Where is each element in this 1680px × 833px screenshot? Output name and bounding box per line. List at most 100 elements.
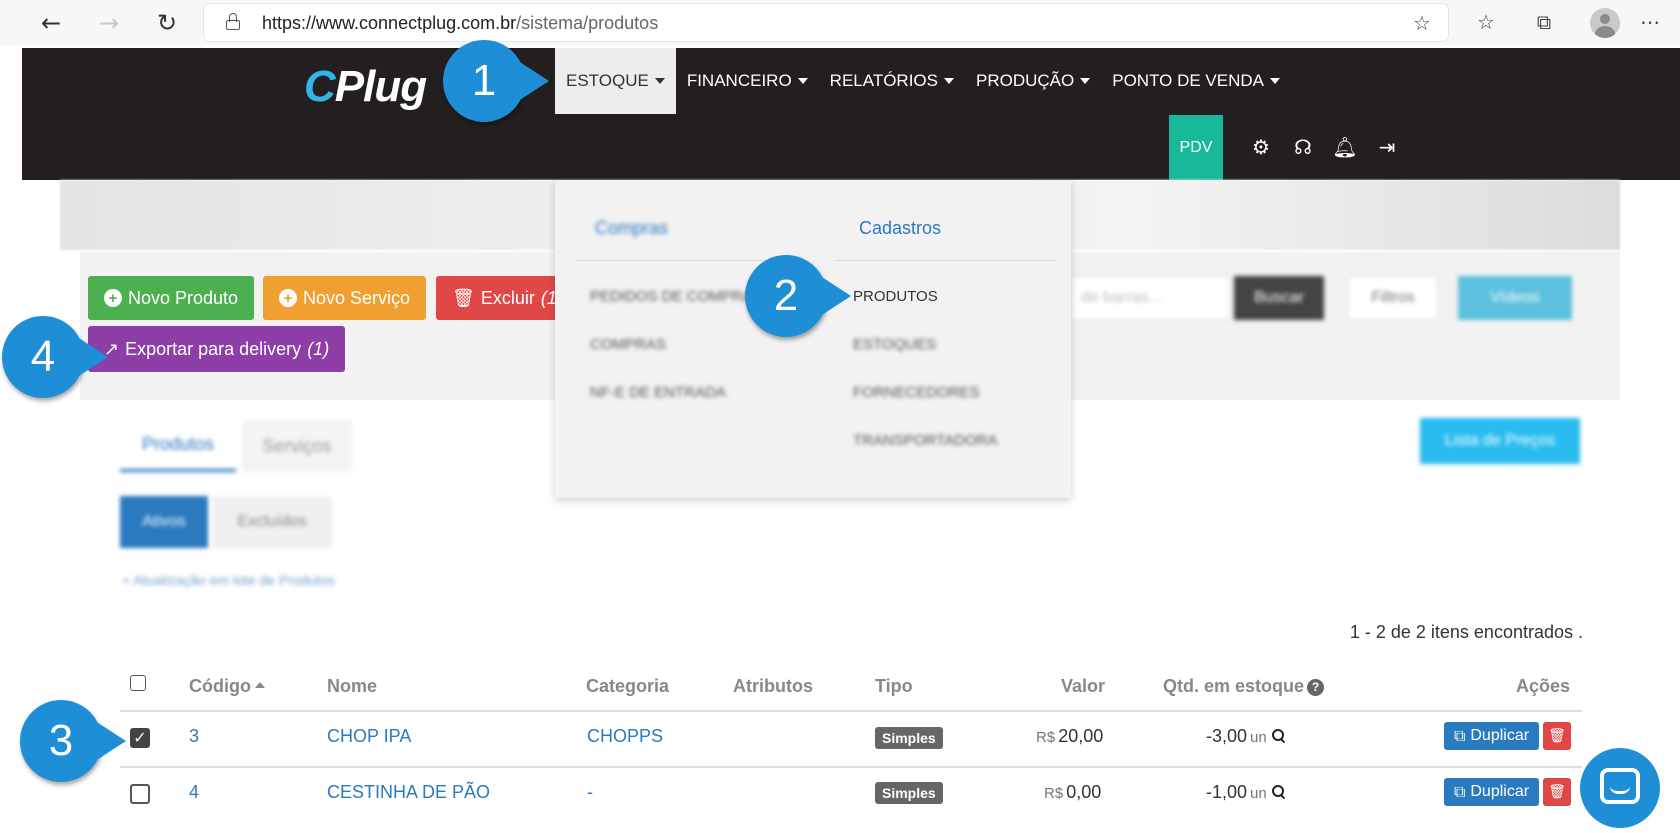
callout-1: 1 <box>443 40 549 122</box>
row-categoria[interactable]: CHOPPS <box>587 726 663 747</box>
search-input[interactable]: de barras... <box>1070 276 1230 320</box>
row-qtd: -1,00 un <box>1206 782 1286 803</box>
sort-asc-icon <box>254 682 265 688</box>
duplicar-button[interactable]: ⧉ Duplicar <box>1444 722 1539 750</box>
row-qtd: -3,00 un <box>1206 726 1286 747</box>
menu-estoque[interactable]: ESTOQUE <box>555 48 676 114</box>
select-all-checkbox[interactable] <box>130 675 146 691</box>
col-nome[interactable]: Nome <box>327 676 377 697</box>
favorite-add-icon[interactable]: ☆ <box>1408 9 1436 37</box>
caret-down-icon <box>654 78 665 84</box>
col-codigo[interactable]: Código <box>189 676 265 697</box>
profile-icon[interactable] <box>1590 8 1620 38</box>
lock-icon <box>226 13 240 31</box>
callout-2: 2 <box>745 255 851 337</box>
dropdown-item-pedidos-compra[interactable]: PEDIDOS DE COMPRA <box>590 288 753 305</box>
caret-down-icon <box>1270 78 1281 84</box>
gear-icon[interactable]: ⚙ <box>1248 134 1274 160</box>
tipo-badge: Simples <box>875 727 943 749</box>
row-nome[interactable]: CESTINHA DE PÃO <box>327 782 490 803</box>
plus-icon: + <box>104 289 122 307</box>
refresh-icon[interactable]: ↻ <box>150 6 184 40</box>
trash-icon: 🗑︎ <box>452 287 475 309</box>
search-icon[interactable] <box>1271 729 1286 743</box>
row-codigo[interactable]: 4 <box>189 782 199 803</box>
row-nome[interactable]: CHOP IPA <box>327 726 411 747</box>
col-qtd-estoque[interactable]: Qtd. em estoque? <box>1163 676 1325 697</box>
dropdown-item-fornecedores[interactable]: FORNECEDORES <box>853 384 980 401</box>
caret-down-icon <box>1080 78 1091 84</box>
dropdown-item-nfe-entrada[interactable]: NF-E DE ENTRADA <box>590 384 726 401</box>
address-bar[interactable]: https://www.connectplug.com.br/sistema/p… <box>204 4 1448 41</box>
row-categoria[interactable]: - <box>587 782 593 803</box>
collections-icon[interactable]: ⧉ <box>1530 8 1558 36</box>
tab-produtos[interactable]: Produtos <box>120 420 236 472</box>
headset-icon[interactable]: ☊ <box>1290 134 1316 160</box>
results-count: 1 - 2 de 2 itens encontrados . <box>1349 622 1583 642</box>
delete-row-button[interactable]: 🗑︎ <box>1543 722 1571 750</box>
copy-icon: ⧉ <box>1453 726 1466 745</box>
callout-4: 4 <box>2 316 108 398</box>
dropdown-cadastros-title: Cadastros <box>859 218 942 238</box>
row-valor: R$ 0,00 <box>1044 782 1102 802</box>
pdv-button[interactable]: PDV <box>1169 115 1223 180</box>
menu-financeiro[interactable]: FINANCEIRO <box>676 48 819 114</box>
tab-servicos[interactable]: Serviços <box>242 420 352 472</box>
filter-excluidos[interactable]: Excluídos <box>212 496 332 548</box>
lista-precos-button[interactable]: Lista de Preços <box>1420 418 1580 464</box>
dropdown-item-compras[interactable]: COMPRAS <box>590 336 666 353</box>
dropdown-compras-title: Compras <box>595 218 669 238</box>
logout-icon[interactable]: ⇥ <box>1374 134 1400 160</box>
dropdown-divider <box>835 260 1055 261</box>
filter-ativos[interactable]: Ativos <box>120 496 208 548</box>
atualizacao-lote-link[interactable]: + Atualização em lote de Produtos <box>122 572 335 588</box>
logo[interactable]: CPlug <box>304 62 427 112</box>
trash-icon: 🗑︎ <box>1548 784 1566 800</box>
favorites-icon[interactable]: ☆ <box>1472 8 1500 36</box>
row-valor: R$ 20,00 <box>1036 726 1104 746</box>
caret-down-icon <box>944 78 954 84</box>
col-valor[interactable]: Valor <box>1061 676 1105 697</box>
estoque-dropdown: Compras Cadastros PEDIDOS DE COMPRA COMP… <box>555 180 1071 498</box>
browser-toolbar: ← → ↻ https://www.connectplug.com.br/sis… <box>0 0 1680 45</box>
help-icon[interactable]: ? <box>1307 678 1325 696</box>
buscar-button[interactable]: Buscar <box>1234 276 1324 320</box>
row-codigo[interactable]: 3 <box>189 726 199 747</box>
menu-ponto-de-venda[interactable]: PONTO DE VENDA <box>1101 48 1291 114</box>
trash-icon: 🗑︎ <box>1548 728 1566 744</box>
delete-row-button[interactable]: 🗑︎ <box>1543 778 1571 806</box>
chat-widget-icon[interactable] <box>1580 748 1660 828</box>
copy-icon: ⧉ <box>1453 782 1466 801</box>
header-divider <box>120 710 1582 712</box>
bell-icon[interactable]: 🔔︎ <box>1332 134 1358 160</box>
back-icon[interactable]: ← <box>34 6 68 40</box>
callout-3: 3 <box>20 700 126 782</box>
exportar-delivery-button[interactable]: ↗ Exportar para delivery (1) <box>88 326 346 372</box>
novo-servico-button[interactable]: + Novo Serviço <box>263 276 427 320</box>
menu-relatorios[interactable]: RELATÓRIOS <box>819 48 965 114</box>
row-divider <box>120 766 1582 768</box>
search-icon[interactable] <box>1271 785 1286 799</box>
filtros-button[interactable]: Filtros <box>1348 276 1438 320</box>
duplicar-button[interactable]: ⧉ Duplicar <box>1444 778 1539 806</box>
row-checkbox[interactable] <box>130 784 150 804</box>
col-categoria[interactable]: Categoria <box>586 676 669 697</box>
col-atributos: Atributos <box>733 676 813 696</box>
excluir-button[interactable]: 🗑︎ Excluir (1) <box>436 276 563 320</box>
dropdown-item-produtos[interactable]: PRODUTOS <box>853 288 938 305</box>
dropdown-item-estoques[interactable]: ESTOQUES <box>853 336 936 353</box>
plus-icon: + <box>279 289 297 307</box>
forward-icon[interactable]: → <box>92 6 126 40</box>
col-tipo[interactable]: Tipo <box>875 676 913 697</box>
videos-button[interactable]: Vídeos <box>1458 276 1572 320</box>
row-checkbox[interactable]: ✓ <box>130 728 150 748</box>
dropdown-item-transportadora[interactable]: TRANSPORTADORA <box>853 432 997 449</box>
more-icon[interactable]: ⋯ <box>1636 8 1664 36</box>
col-acoes: Ações <box>1516 676 1571 696</box>
caret-down-icon <box>797 78 808 84</box>
novo-produto-button[interactable]: + Novo Produto <box>88 276 255 320</box>
main-menu: ESTOQUE FINANCEIRO RELATÓRIOS PRODUÇÃO P… <box>555 48 1291 114</box>
url-text[interactable]: https://www.connectplug.com.br/sistema/p… <box>262 13 658 34</box>
tipo-badge: Simples <box>875 782 943 804</box>
menu-producao[interactable]: PRODUÇÃO <box>965 48 1101 114</box>
